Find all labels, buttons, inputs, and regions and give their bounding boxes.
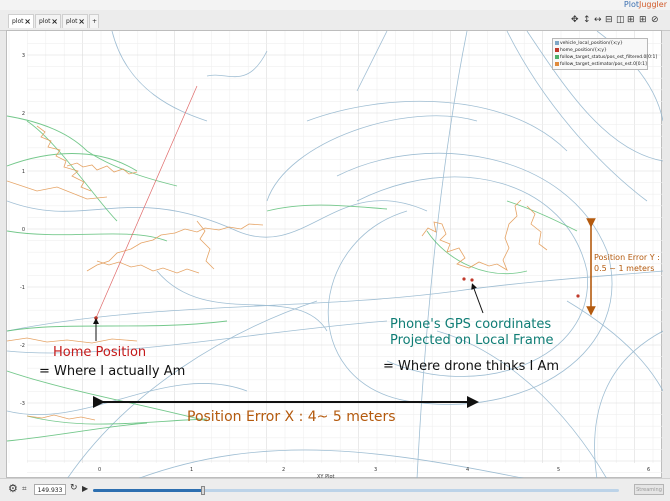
y-tick: -1 <box>20 285 25 291</box>
close-icon[interactable]: × <box>24 15 31 29</box>
where-drone-thinks-label: = Where drone thinks I Am <box>383 359 560 374</box>
home-link-line <box>95 85 198 319</box>
x-tick: 1 <box>190 467 194 473</box>
refresh-icon[interactable]: ↻ <box>70 483 78 493</box>
time-slider-handle[interactable] <box>201 486 205 495</box>
legend[interactable]: vehicle_local_position/{x;y} home_positi… <box>552 38 657 70</box>
legend-item[interactable]: follow_target_estimator/pos_est.0[0:1] <box>555 61 647 68</box>
legend-item[interactable]: vehicle_local_position/{x;y} <box>555 40 645 47</box>
x-tick: 3 <box>374 467 378 473</box>
y-tick: 3 <box>21 53 25 59</box>
error-y-label-1: Position Error Y : <box>594 253 660 262</box>
add-tab-button[interactable]: + <box>89 14 99 28</box>
x-tick: 0 <box>98 467 102 473</box>
grid-icon[interactable]: ⊞ <box>627 15 635 25</box>
link-icon[interactable]: ⊘ <box>651 15 659 25</box>
where-actually-label: = Where I actually Am <box>39 364 186 379</box>
fit-horizontal-icon[interactable]: ↔ <box>594 15 602 25</box>
split-horizontal-icon[interactable]: ⊟ <box>605 15 613 25</box>
y-tick: 2 <box>21 111 25 117</box>
grid-2-icon[interactable]: ⊞ <box>639 15 647 25</box>
move-icon[interactable]: ✥ <box>571 15 579 25</box>
estimate-point <box>462 277 466 281</box>
estimate-point-2 <box>470 278 474 282</box>
error-x-label: Position Error X : 4~ 5 meters <box>187 409 396 425</box>
x-tick: 6 <box>647 467 651 473</box>
tab-bar: plot × plot × plot × + ✥ ↕ ↔ ⊟ ◫ ⊞ ⊞ ⊘ <box>0 10 670 31</box>
home-position-label: Home Position <box>53 345 147 360</box>
legend-item[interactable]: follow_target_status/pos_est_filtered.0[… <box>555 54 657 61</box>
tab-plot-2[interactable]: plot × <box>35 14 61 28</box>
close-icon[interactable]: × <box>78 15 85 29</box>
close-icon[interactable]: × <box>51 15 58 29</box>
split-vertical-icon[interactable]: ◫ <box>616 15 625 25</box>
y-tick: 1 <box>21 169 25 175</box>
gear-icon[interactable]: ⚙ <box>8 482 18 495</box>
play-icon[interactable]: ▶ <box>82 484 88 493</box>
phone-gps-label-1: Phone's GPS coordinates <box>390 317 552 332</box>
title-bar: PlotJuggler <box>0 0 670 10</box>
xy-plot-area[interactable]: 3 2 1 0 -1 -2 -3 0 1 2 3 4 5 6 XY Plot v… <box>6 30 663 480</box>
y-tick: -3 <box>20 401 25 407</box>
error-y-label-2: 0.5 ~ 1 meters <box>594 264 655 273</box>
x-tick: 5 <box>557 467 561 473</box>
status-bar: ⚙ ⌗ 149.933 ↻ ▶ Streaming <box>0 478 670 501</box>
timestamp-icon[interactable]: ⌗ <box>22 484 27 494</box>
tab-plot-3[interactable]: plot × <box>62 14 88 28</box>
tab-plot-1[interactable]: plot × <box>8 14 34 28</box>
filtered-estimate <box>7 115 578 442</box>
fit-vertical-icon[interactable]: ↕ <box>583 15 591 25</box>
y-tick: -2 <box>20 343 25 349</box>
time-slider-fill <box>93 489 203 492</box>
estimate-point-3 <box>576 294 580 298</box>
time-value-field[interactable]: 149.933 <box>34 484 66 495</box>
y-tick: 0 <box>21 227 25 233</box>
legend-item[interactable]: home_position/{x;y} <box>555 47 645 54</box>
home-position-point <box>94 316 98 320</box>
streaming-button[interactable]: Streaming <box>634 484 664 495</box>
time-slider[interactable] <box>93 486 619 495</box>
gps-arrow <box>471 283 484 314</box>
x-tick: 4 <box>466 467 470 473</box>
phone-gps-label-2: Projected on Local Frame <box>390 333 554 348</box>
app-brand: PlotJuggler <box>623 0 667 9</box>
x-tick: 2 <box>282 467 286 473</box>
